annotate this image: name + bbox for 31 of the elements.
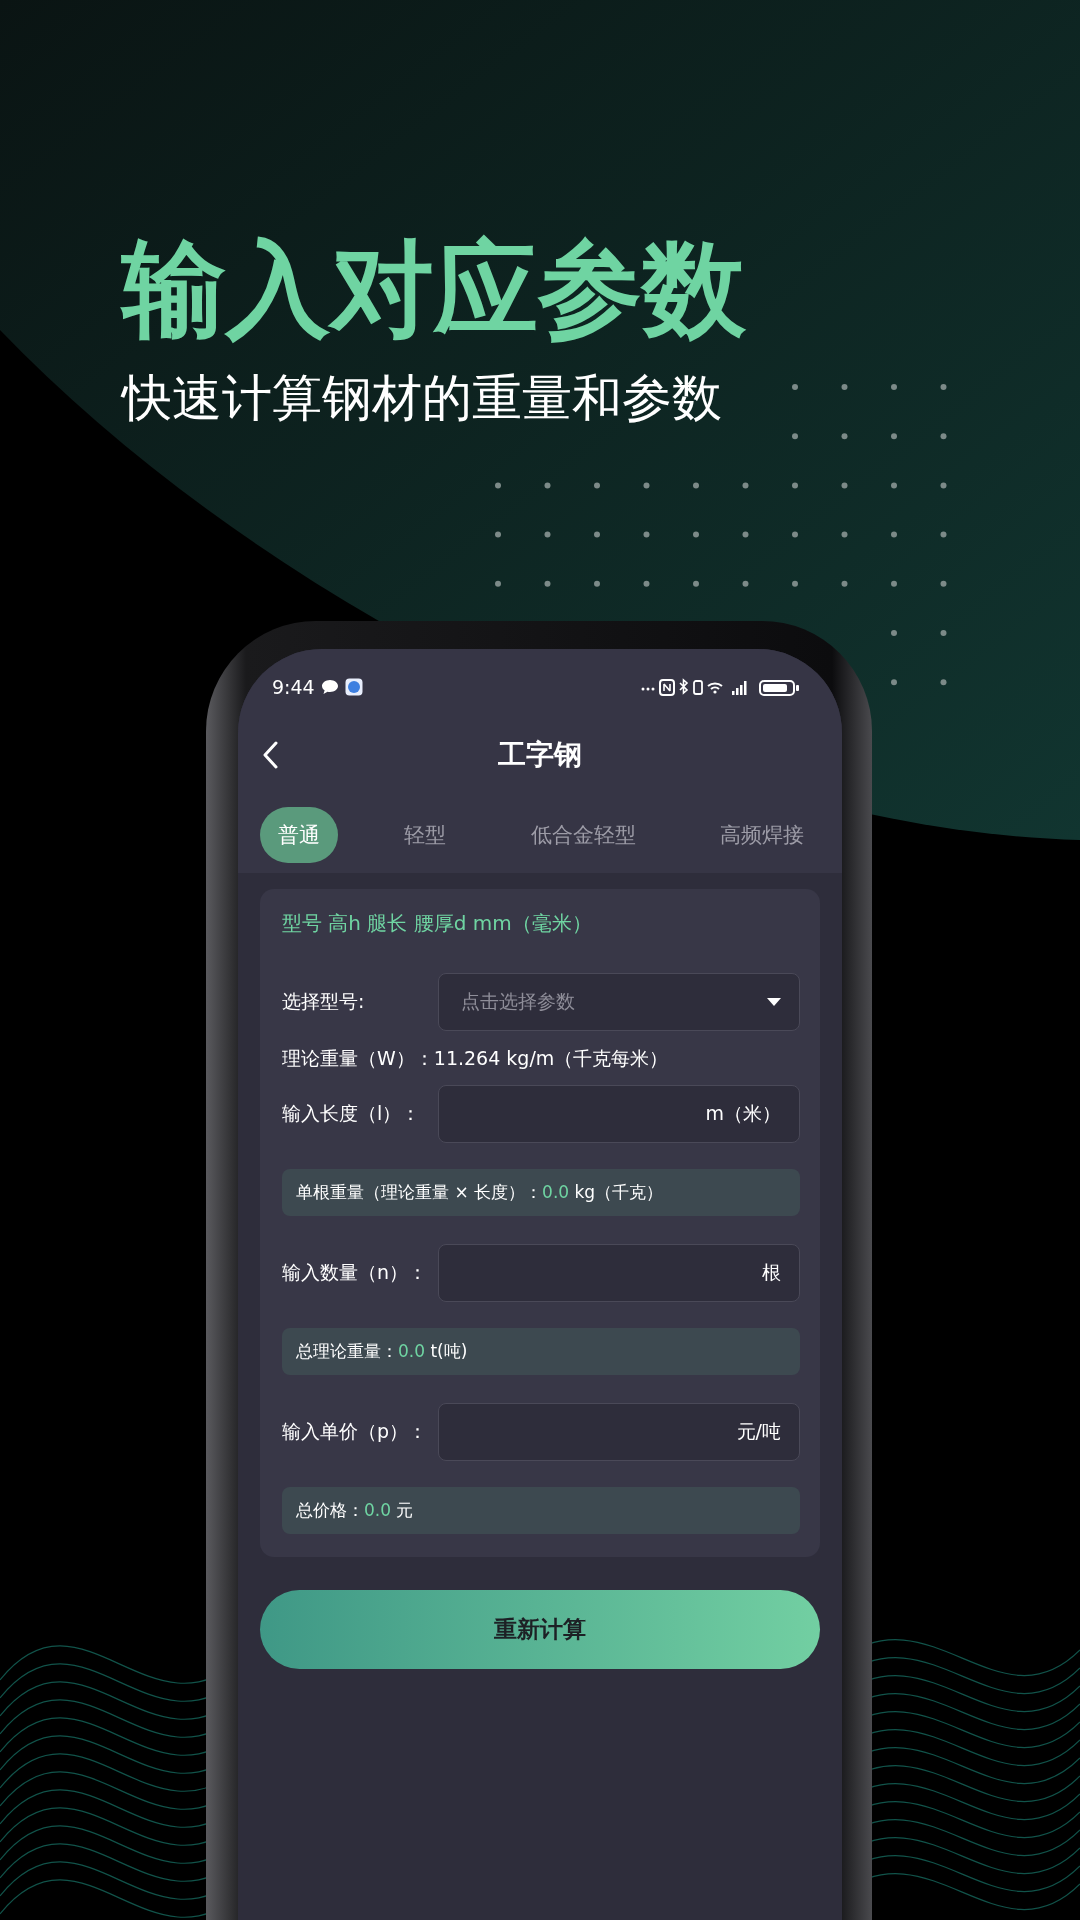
tab[interactable]: 普通 (260, 807, 338, 863)
input-field[interactable]: m（米） (438, 1085, 800, 1143)
unit-label: 元/吨 (736, 1419, 781, 1444)
chevron-left-icon (262, 741, 278, 769)
result-text: 总价格：0.0 元 (296, 1499, 414, 1522)
dropdown-placeholder: 点击选择参数 (461, 989, 575, 1014)
dropdown-caret-icon (767, 998, 781, 1006)
dropdown-field[interactable]: 点击选择参数 (438, 973, 800, 1031)
status-time: 9:44 (272, 676, 315, 698)
subheadline: 快速计算钢材的重量和参数 (122, 368, 723, 429)
result-text: 单根重量（理论重量 × 长度）：0.0 kg（千克） (296, 1181, 664, 1204)
field-label: 输入长度（l）： (282, 1101, 422, 1126)
field-label: 理论重量（W）： (282, 1046, 434, 1071)
input-field[interactable]: 根 (438, 1244, 800, 1302)
field-label: 输入数量（n）： (282, 1260, 429, 1285)
screen-title: 工字钢 (498, 737, 582, 773)
input-field[interactable]: 元/吨 (438, 1403, 800, 1461)
unit-label: 根 (762, 1260, 781, 1285)
headline: 输入对应参数 (122, 232, 747, 347)
tab[interactable]: 低合金轻型 (512, 807, 654, 863)
result-text: 总理论重量：0.0 t(吨) (296, 1340, 468, 1363)
app-icon (344, 678, 363, 696)
card-header: 型号 高h 腿长 腰厚d mm（毫米） (282, 910, 593, 937)
tab[interactable]: 高频焊接 (702, 807, 822, 863)
chat-bubble-icon (320, 679, 339, 695)
tab[interactable]: 轻型 (386, 807, 465, 863)
weight-value: 11.264 kg/m（千克每米） (433, 1046, 669, 1071)
unit-label: m（米） (705, 1101, 781, 1126)
recalculate-button[interactable]: 重新计算 (260, 1590, 820, 1669)
field-label: 输入单价（p）： (282, 1419, 429, 1444)
field-label: 选择型号: (282, 989, 366, 1014)
